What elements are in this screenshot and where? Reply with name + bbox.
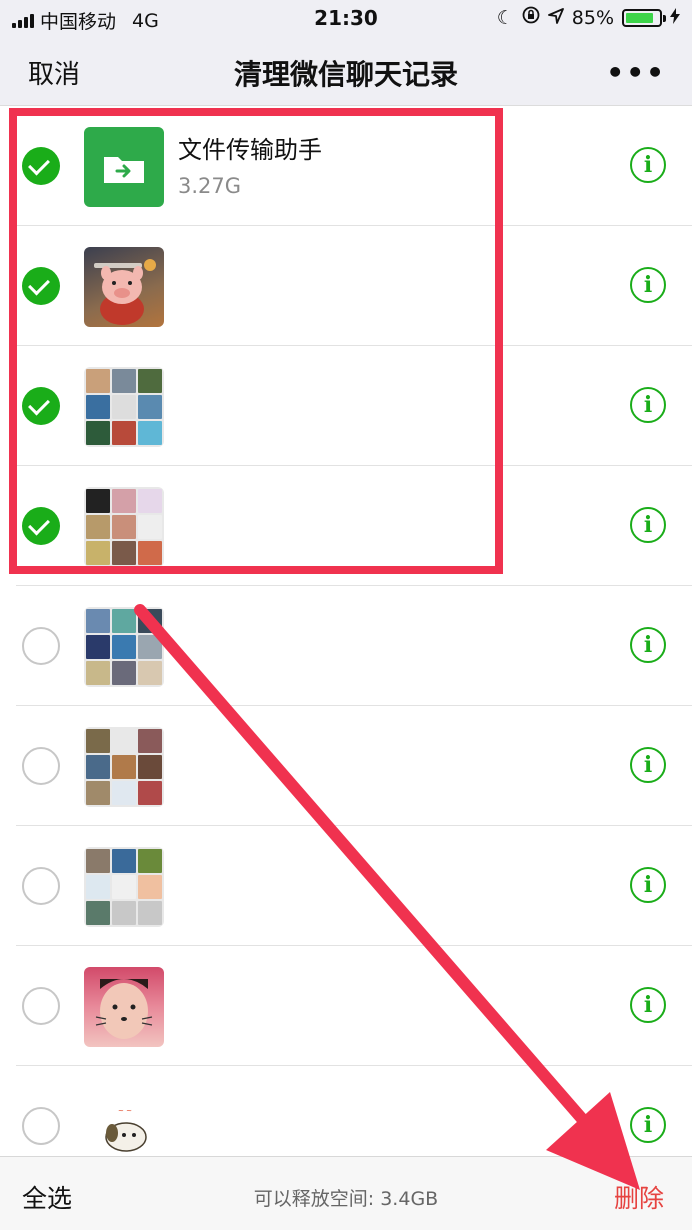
- bottom-toolbar: 全选 可以释放空间: 3.4GB 删除: [0, 1156, 692, 1230]
- charging-icon: [670, 7, 680, 29]
- battery-percent: 85%: [571, 6, 614, 29]
- cartoon-dog-icon: ~ ~: [105, 1107, 147, 1152]
- checkbox-unchecked[interactable]: [22, 747, 60, 785]
- cartoon-avatar: ~ ~: [84, 1087, 164, 1156]
- battery-fill: [626, 12, 654, 23]
- more-options-button[interactable]: •••: [606, 56, 666, 89]
- group-avatar: [84, 367, 164, 447]
- checkbox-checked[interactable]: [22, 507, 60, 545]
- list-item[interactable]: i: [0, 946, 692, 1066]
- info-icon[interactable]: i: [630, 867, 666, 903]
- group-avatar: [84, 607, 164, 687]
- list-item[interactable]: i: [0, 466, 692, 586]
- chat-name: 文件传输助手: [178, 136, 322, 164]
- list-item[interactable]: ~ ~ i: [0, 1066, 692, 1156]
- list-item[interactable]: i: [0, 706, 692, 826]
- status-bar: 中国移动 4G 21:30 ☾ 85%: [0, 0, 692, 36]
- group-avatar: [84, 487, 164, 567]
- info-icon[interactable]: i: [630, 267, 666, 303]
- list-item[interactable]: 文件传输助手 3.27G i: [0, 106, 692, 226]
- free-space-label: 可以释放空间: 3.4GB: [253, 1188, 439, 1210]
- page-title: 清理微信聊天记录: [233, 58, 458, 91]
- pig-photo-avatar: [84, 247, 164, 327]
- navigation-bar: 取消 清理微信聊天记录 •••: [0, 36, 692, 106]
- chat-size: 3.27G: [178, 174, 242, 198]
- info-icon[interactable]: i: [630, 627, 666, 663]
- group-avatar: [84, 847, 164, 927]
- girl-face-icon: [95, 979, 153, 1039]
- location-icon: [547, 7, 564, 29]
- chat-list: 文件传输助手 3.27G i i i i i i i i ~ ~ i: [0, 106, 692, 1156]
- battery-icon: [622, 8, 666, 27]
- checkbox-unchecked[interactable]: [22, 987, 60, 1025]
- list-item[interactable]: i: [0, 586, 692, 706]
- delete-button[interactable]: 删除: [614, 1179, 664, 1215]
- cancel-button[interactable]: 取消: [28, 54, 80, 91]
- group-avatar: [84, 727, 164, 807]
- info-icon[interactable]: i: [630, 147, 666, 183]
- list-item[interactable]: i: [0, 226, 692, 346]
- list-item[interactable]: i: [0, 346, 692, 466]
- checkbox-unchecked[interactable]: [22, 1107, 60, 1145]
- checkbox-checked[interactable]: [22, 267, 60, 305]
- svg-text:~ ~: ~ ~: [118, 1107, 132, 1115]
- girl-photo-avatar: [84, 967, 164, 1047]
- file-transfer-avatar: [84, 127, 164, 207]
- folder-icon: [104, 157, 144, 183]
- moon-icon: ☾: [496, 6, 514, 29]
- info-icon[interactable]: i: [630, 747, 666, 783]
- info-icon[interactable]: i: [630, 987, 666, 1023]
- checkbox-unchecked[interactable]: [22, 627, 60, 665]
- status-right: ☾ 85%: [497, 6, 680, 29]
- checkbox-checked[interactable]: [22, 387, 60, 425]
- checkbox-checked[interactable]: [22, 147, 60, 185]
- orientation-lock-icon: [522, 6, 540, 29]
- info-icon[interactable]: i: [630, 507, 666, 543]
- info-icon[interactable]: i: [630, 1107, 666, 1143]
- list-item[interactable]: i: [0, 826, 692, 946]
- pig-cartoon-icon: [94, 259, 156, 325]
- checkbox-unchecked[interactable]: [22, 867, 60, 905]
- info-icon[interactable]: i: [630, 387, 666, 423]
